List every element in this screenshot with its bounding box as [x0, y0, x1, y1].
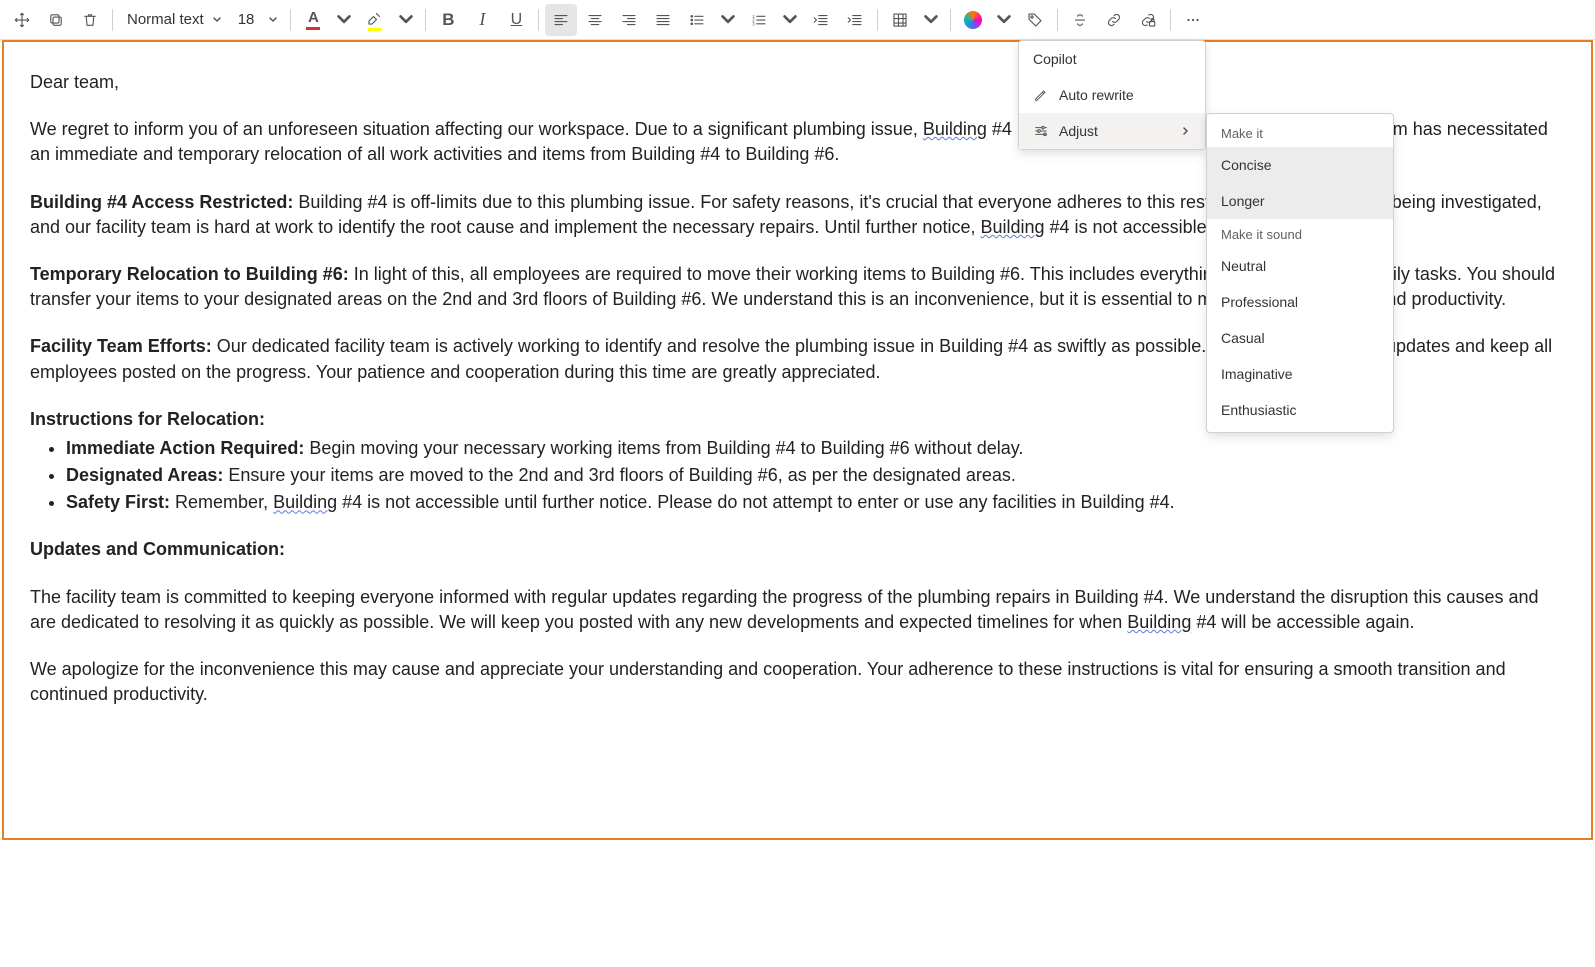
chevron-down-icon	[268, 15, 278, 25]
adjust-submenu: Make it Concise Longer Make it sound Neu…	[1206, 113, 1394, 433]
align-right-button[interactable]	[613, 4, 645, 36]
align-justify-button[interactable]	[647, 4, 679, 36]
rewrite-icon	[1033, 87, 1049, 103]
copy-icon[interactable]	[40, 4, 72, 36]
align-left-button[interactable]	[545, 4, 577, 36]
list-item: Immediate Action Required: Begin moving …	[66, 436, 1565, 461]
list-item: Safety First: Remember, Building #4 is n…	[66, 490, 1565, 515]
align-center-button[interactable]	[579, 4, 611, 36]
spelling-flag[interactable]: Building	[923, 119, 987, 139]
paragraph: We apologize for the inconvenience this …	[30, 657, 1565, 707]
toolbar: Normal text 18 A B I U	[0, 0, 1595, 40]
increase-indent-button[interactable]	[839, 4, 871, 36]
separator	[538, 9, 539, 31]
font-color-dropdown[interactable]	[329, 4, 357, 36]
table-button[interactable]	[884, 4, 916, 36]
more-options-button[interactable]	[1177, 4, 1209, 36]
submenu-header: Make it sound	[1207, 219, 1393, 248]
separator	[112, 9, 113, 31]
decrease-indent-button[interactable]	[805, 4, 837, 36]
copilot-menu-copilot[interactable]: Copilot	[1019, 41, 1205, 77]
menu-item-label: Copilot	[1033, 51, 1077, 67]
lock-link-button[interactable]	[1132, 4, 1164, 36]
submenu-header: Make it	[1207, 118, 1393, 147]
copilot-button[interactable]	[957, 4, 989, 36]
strikethrough-button[interactable]	[1064, 4, 1096, 36]
paragraph-style-select[interactable]: Normal text	[119, 4, 230, 36]
copilot-menu: Copilot Auto rewrite Adjust	[1018, 40, 1206, 150]
adjust-option-casual[interactable]: Casual	[1207, 320, 1393, 356]
bullet-list: Immediate Action Required: Begin moving …	[30, 436, 1565, 516]
underline-button[interactable]: U	[500, 4, 532, 36]
adjust-option-neutral[interactable]: Neutral	[1207, 248, 1393, 284]
copilot-menu-adjust[interactable]: Adjust	[1019, 113, 1205, 149]
chevron-down-icon	[397, 11, 415, 29]
chevron-down-icon	[335, 11, 353, 29]
chevron-down-icon	[719, 11, 737, 29]
chevron-down-icon	[922, 11, 940, 29]
highlight-dropdown[interactable]	[391, 4, 419, 36]
italic-button[interactable]: I	[466, 4, 498, 36]
copilot-menu-auto-rewrite[interactable]: Auto rewrite	[1019, 77, 1205, 113]
bold-button[interactable]: B	[432, 4, 464, 36]
chevron-right-icon	[1181, 126, 1191, 136]
adjust-option-imaginative[interactable]: Imaginative	[1207, 356, 1393, 392]
bulleted-list-button[interactable]	[681, 4, 713, 36]
menu-item-label: Auto rewrite	[1059, 87, 1134, 103]
numbered-list-dropdown[interactable]	[775, 4, 803, 36]
move-icon[interactable]	[6, 4, 38, 36]
adjust-option-longer[interactable]: Longer	[1207, 183, 1393, 219]
menu-item-label: Adjust	[1059, 123, 1098, 139]
table-dropdown[interactable]	[916, 4, 944, 36]
chevron-down-icon	[781, 11, 799, 29]
copilot-icon	[964, 11, 982, 29]
list-item: Designated Areas: Ensure your items are …	[66, 463, 1565, 488]
link-button[interactable]	[1098, 4, 1130, 36]
font-color-button[interactable]: A	[297, 4, 329, 36]
chevron-down-icon	[212, 15, 222, 25]
separator	[950, 9, 951, 31]
delete-icon[interactable]	[74, 4, 106, 36]
adjust-option-professional[interactable]: Professional	[1207, 284, 1393, 320]
highlight-button[interactable]	[359, 4, 391, 36]
paragraph: Dear team,	[30, 70, 1565, 95]
adjust-icon	[1033, 123, 1049, 139]
numbered-list-button[interactable]: 123	[743, 4, 775, 36]
separator	[877, 9, 878, 31]
svg-text:3: 3	[753, 21, 756, 26]
chevron-down-icon	[995, 11, 1013, 29]
spelling-flag[interactable]: Building	[980, 217, 1044, 237]
spelling-flag[interactable]: Building	[1127, 612, 1191, 632]
copilot-dropdown[interactable]	[989, 4, 1017, 36]
separator	[1057, 9, 1058, 31]
adjust-option-enthusiastic[interactable]: Enthusiastic	[1207, 392, 1393, 428]
paragraph: Updates and Communication:	[30, 537, 1565, 562]
separator	[425, 9, 426, 31]
tag-button[interactable]	[1019, 4, 1051, 36]
spelling-flag[interactable]: Building	[273, 492, 337, 512]
bulleted-list-dropdown[interactable]	[713, 4, 741, 36]
paragraph-style-label: Normal text	[127, 11, 204, 28]
paragraph: The facility team is committed to keepin…	[30, 585, 1565, 635]
separator	[290, 9, 291, 31]
adjust-option-concise[interactable]: Concise	[1207, 147, 1393, 183]
separator	[1170, 9, 1171, 31]
font-size-select[interactable]: 18	[232, 4, 285, 36]
font-size-value: 18	[238, 11, 255, 28]
